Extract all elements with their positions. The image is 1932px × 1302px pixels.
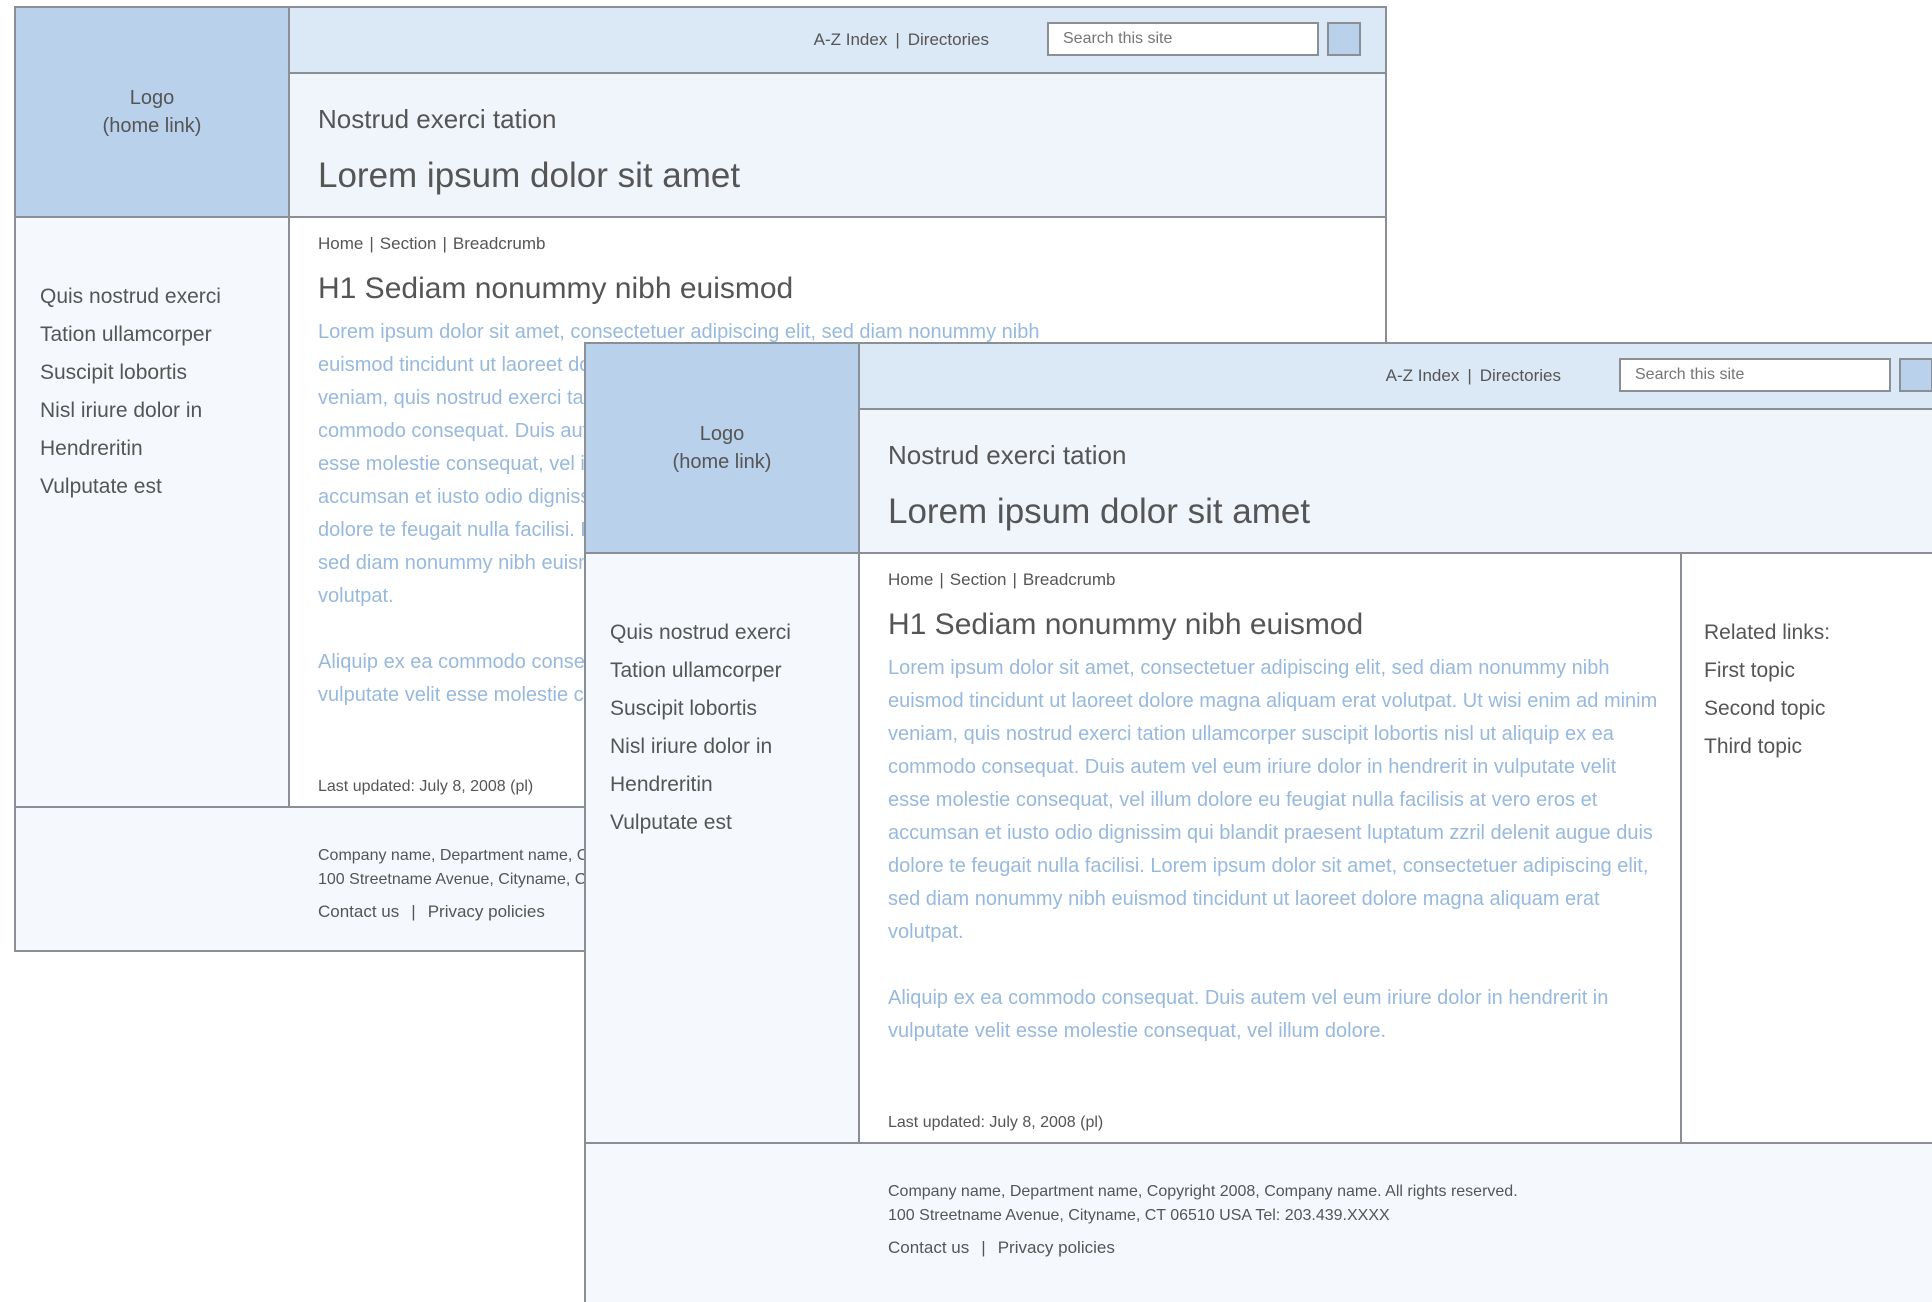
- breadcrumb-home[interactable]: Home: [318, 234, 363, 253]
- search-input[interactable]: [1619, 358, 1891, 392]
- nav-item[interactable]: Quis nostrud exerci: [610, 614, 858, 652]
- related-link[interactable]: Third topic: [1704, 728, 1932, 766]
- site-subtitle: Nostrud exerci tation: [318, 104, 557, 134]
- nav-item[interactable]: Hendreritin: [610, 766, 858, 804]
- breadcrumb: Home | Section | Breadcrumb: [888, 570, 1116, 590]
- az-index-link[interactable]: A-Z Index: [814, 30, 888, 49]
- logo-line2: (home link): [102, 115, 202, 137]
- breadcrumb-separator: |: [1012, 570, 1017, 589]
- footer-links: Contact us | Privacy policies: [318, 902, 545, 922]
- directories-link[interactable]: Directories: [908, 30, 989, 49]
- directories-link[interactable]: Directories: [1480, 366, 1561, 385]
- related-heading: Related links:: [1704, 621, 1831, 644]
- footer-info: Company name, Department name, Copyright…: [888, 1180, 1518, 1228]
- az-index-link[interactable]: A-Z Index: [1386, 366, 1460, 385]
- nav-item[interactable]: Vulputate est: [40, 468, 288, 506]
- nav-item[interactable]: Nisl iriure dolor in: [610, 728, 858, 766]
- logo-line1: Logo: [699, 423, 745, 445]
- nav-item[interactable]: Suscipit lobortis: [40, 354, 288, 392]
- body-paragraph: Aliquip ex ea commodo consequat. Duis au…: [888, 987, 1609, 1042]
- search-input[interactable]: [1047, 22, 1319, 56]
- left-navigation: Quis nostrud exerci Tation ullamcorper S…: [16, 218, 290, 806]
- body-paragraph: Lorem ipsum dolor sit amet, consectetuer…: [888, 657, 1658, 943]
- search-button[interactable]: [1899, 358, 1932, 392]
- privacy-policies-link[interactable]: Privacy policies: [998, 1238, 1115, 1257]
- breadcrumb-current: Breadcrumb: [1022, 570, 1116, 589]
- footer-address: 100 Streetname Avenue, Cityname, CT 0651…: [888, 1207, 1390, 1224]
- nav-item[interactable]: Nisl iriure dolor in: [40, 392, 288, 430]
- breadcrumb-separator: |: [442, 234, 447, 253]
- utility-bar: A-Z Index | Directories: [860, 344, 1932, 410]
- utility-links: A-Z Index | Directories: [1386, 366, 1561, 386]
- logo-home-link[interactable]: Logo (home link): [586, 344, 860, 554]
- utility-separator: |: [1467, 366, 1472, 385]
- footer-links: Contact us | Privacy policies: [888, 1238, 1115, 1258]
- related-link[interactable]: First topic: [1704, 652, 1932, 690]
- nav-item[interactable]: Quis nostrud exerci: [40, 278, 288, 316]
- site-subtitle: Nostrud exerci tation: [888, 440, 1127, 470]
- breadcrumb-section[interactable]: Section: [380, 234, 437, 253]
- privacy-policies-link[interactable]: Privacy policies: [428, 902, 545, 921]
- wireframe-page-front: Logo (home link) A-Z Index | Directories N…: [584, 342, 1932, 1302]
- footer-separator: |: [411, 902, 416, 921]
- site-title: Lorem ipsum dolor sit amet: [888, 492, 1311, 531]
- breadcrumb: Home | Section | Breadcrumb: [318, 234, 546, 254]
- utility-separator: |: [895, 30, 900, 49]
- breadcrumb-current: Breadcrumb: [452, 234, 546, 253]
- nav-item[interactable]: Vulputate est: [610, 804, 858, 842]
- body-text: Lorem ipsum dolor sit amet, consectetuer…: [888, 652, 1658, 1081]
- breadcrumb-separator: |: [939, 570, 944, 589]
- site-header: Nostrud exerci tation Lorem ipsum dolor …: [290, 74, 1385, 218]
- footer-copyright: Company name, Department name, Copyright…: [888, 1183, 1518, 1200]
- logo-line2: (home link): [672, 451, 772, 473]
- breadcrumb-section[interactable]: Section: [950, 570, 1007, 589]
- related-links-panel: Related links: First topic Second topic …: [1680, 554, 1932, 1142]
- utility-bar: A-Z Index | Directories: [290, 8, 1385, 74]
- site-title: Lorem ipsum dolor sit amet: [318, 156, 741, 195]
- nav-item[interactable]: Tation ullamcorper: [610, 652, 858, 690]
- utility-links: A-Z Index | Directories: [814, 30, 989, 50]
- footer: Company name, Department name, Copyright…: [586, 1142, 1932, 1292]
- site-header: Nostrud exerci tation Lorem ipsum dolor …: [860, 410, 1932, 554]
- last-updated: Last updated: July 8, 2008 (pl): [888, 1114, 1104, 1131]
- left-navigation: Quis nostrud exerci Tation ullamcorper S…: [586, 554, 860, 1142]
- contact-us-link[interactable]: Contact us: [888, 1238, 969, 1257]
- breadcrumb-separator: |: [369, 234, 374, 253]
- nav-item[interactable]: Suscipit lobortis: [610, 690, 858, 728]
- contact-us-link[interactable]: Contact us: [318, 902, 399, 921]
- related-link[interactable]: Second topic: [1704, 690, 1932, 728]
- search-button[interactable]: [1327, 22, 1361, 56]
- nav-item[interactable]: Tation ullamcorper: [40, 316, 288, 354]
- logo-line1: Logo: [129, 87, 175, 109]
- page-heading: H1 Sediam nonummy nibh euismod: [888, 608, 1364, 641]
- logo-home-link[interactable]: Logo (home link): [16, 8, 290, 218]
- main-content: Home | Section | Breadcrumb H1 Sediam nonumm…: [860, 554, 1680, 1142]
- last-updated: Last updated: July 8, 2008 (pl): [318, 778, 534, 795]
- page-heading: H1 Sediam nonummy nibh euismod: [318, 272, 794, 305]
- breadcrumb-home[interactable]: Home: [888, 570, 933, 589]
- footer-separator: |: [981, 1238, 986, 1257]
- nav-item[interactable]: Hendreritin: [40, 430, 288, 468]
